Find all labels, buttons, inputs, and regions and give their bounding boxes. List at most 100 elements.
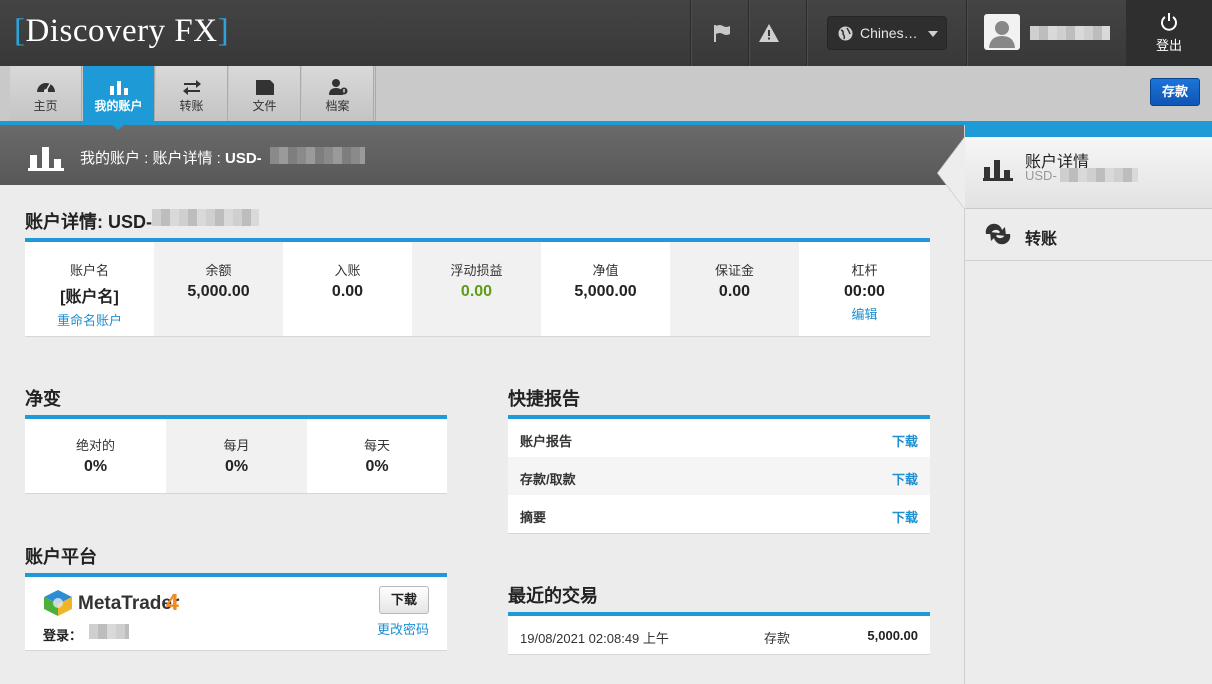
account-number-redacted	[152, 209, 259, 226]
cell-value: 5,000.00	[187, 283, 250, 300]
profile-icon	[329, 79, 348, 95]
cell-title: 杠杆	[851, 263, 878, 278]
folder-icon	[256, 80, 274, 95]
divider	[375, 66, 376, 121]
cell-value: 5,000.00	[574, 283, 637, 300]
login-label: 登录：	[43, 628, 83, 643]
cell-credit: 入账 0.00	[283, 242, 412, 336]
cell-title: 浮动损益	[450, 263, 503, 278]
cell-title: 余额	[205, 263, 232, 278]
dashboard-icon	[37, 83, 55, 93]
cell-value: 0%	[224, 458, 249, 475]
avatar[interactable]	[984, 14, 1020, 50]
cell-account-name: 账户名 [账户名] 重命名账户	[25, 242, 154, 336]
cell-margin: 保证金 0.00	[670, 242, 799, 336]
nav-my-account[interactable]: 我的账户	[83, 66, 155, 121]
logo-bracket-close: ]	[217, 13, 230, 49]
trade-amount: 5,000.00	[867, 628, 918, 643]
change-password-link[interactable]: 更改密码	[377, 619, 429, 638]
globe-icon	[838, 26, 853, 41]
warning-icon[interactable]	[758, 22, 780, 44]
cell-value: 0%	[83, 458, 108, 475]
breadcrumb-path: 我的账户 : 账户详情 :	[80, 150, 226, 167]
cell-value: [账户名]	[60, 289, 119, 306]
nav-profile[interactable]: 档案	[302, 66, 374, 121]
logo[interactable]: [Discovery FX]	[14, 13, 229, 50]
download-button[interactable]: 下载	[379, 586, 429, 614]
nav-label: 转账	[179, 99, 204, 113]
cell-absolute: 绝对的 0%	[25, 419, 166, 493]
recent-trades-panel: 19/08/2021 02:08:49 上午 存款 5,000.00	[508, 612, 930, 654]
transfer-arrows-icon	[183, 80, 201, 95]
account-number-redacted	[270, 147, 365, 164]
trade-date: 19/08/2021 02:08:49 上午	[520, 631, 669, 646]
cell-value: 0.00	[331, 283, 364, 300]
right-sidebar: 账户详情 USD- 转账	[964, 125, 1212, 684]
login-redacted	[89, 624, 129, 639]
download-link[interactable]: 下载	[892, 507, 918, 526]
cell-title: 入账	[334, 263, 361, 278]
divider	[966, 0, 967, 66]
cell-monthly: 每月 0%	[166, 419, 307, 493]
section-title-recent-trades: 最近的交易	[508, 586, 598, 606]
platform-version: 4	[166, 589, 179, 615]
sidebar-item-transfer[interactable]: 转账	[965, 209, 1212, 261]
cell-value: 0.00	[460, 283, 493, 300]
bar-chart-icon	[110, 81, 128, 95]
trade-type: 存款	[764, 631, 791, 646]
download-link[interactable]: 下载	[892, 469, 918, 488]
power-icon	[1161, 13, 1177, 31]
page-header: 我的账户 : 账户详情 : USD-	[0, 125, 964, 185]
nav-label: 档案	[325, 99, 350, 113]
report-label: 账户报告	[520, 434, 573, 449]
bar-chart-icon	[983, 160, 1013, 181]
nav-files[interactable]: 文件	[229, 66, 301, 121]
cell-value: 0.00	[718, 283, 751, 300]
list-item: 摘要 下载	[508, 495, 930, 533]
cell-title: 保证金	[714, 263, 754, 278]
logo-text: Discovery FX	[25, 13, 218, 49]
breadcrumb: 我的账户 : 账户详情 : USD-	[80, 147, 262, 168]
cell-balance: 余额 5,000.00	[154, 242, 283, 336]
report-label: 摘要	[520, 510, 547, 525]
cell-title: 净值	[592, 263, 619, 278]
section-title-platform: 账户平台	[25, 547, 97, 567]
section-title-quick-reports: 快捷报告	[508, 389, 580, 409]
download-link[interactable]: 下载	[892, 431, 918, 450]
cell-title: 账户名	[69, 263, 109, 278]
cell-title: 每天	[363, 438, 390, 453]
sidebar-item-label: 转账	[1025, 231, 1058, 248]
transfer-cycle-icon	[985, 223, 1011, 245]
rename-account-link[interactable]: 重命名账户	[25, 310, 154, 329]
list-item: 存款/取款 下载	[508, 457, 930, 495]
net-change-panel: 绝对的 0% 每月 0% 每天 0%	[25, 415, 447, 493]
user-icon	[989, 21, 1015, 48]
edit-leverage-link[interactable]: 编辑	[799, 304, 930, 323]
language-select[interactable]: Chines…	[827, 16, 947, 50]
cell-leverage: 杠杆 00:00 编辑	[799, 242, 930, 336]
nav-label: 我的账户	[94, 99, 143, 113]
breadcrumb-account: USD-	[225, 150, 262, 167]
report-label: 存款/取款	[520, 472, 576, 487]
logo-bracket-open: [	[14, 13, 26, 49]
bar-chart-icon	[28, 147, 64, 171]
logout-button[interactable]: 登出	[1126, 0, 1212, 66]
metatrader-logo-icon	[44, 590, 72, 616]
cell-title: 每月	[223, 438, 250, 453]
cell-equity: 净值 5,000.00	[541, 242, 670, 336]
language-value: Chines…	[860, 25, 918, 41]
deposit-button[interactable]: 存款	[1150, 78, 1200, 106]
flag-icon[interactable]	[711, 22, 733, 44]
platform-name: MetaTrader	[78, 593, 180, 614]
sidebar-item-account-details[interactable]: 账户详情 USD-	[965, 137, 1212, 209]
divider	[690, 0, 691, 66]
nav-label: 文件	[252, 99, 277, 113]
nav-transfer[interactable]: 转账	[156, 66, 228, 121]
divider	[748, 0, 749, 66]
quick-reports-panel: 账户报告 下载 存款/取款 下载 摘要 下载	[508, 415, 930, 533]
nav-home[interactable]: 主页	[10, 66, 82, 121]
divider	[806, 0, 807, 66]
section-title-net-change: 净变	[25, 389, 61, 409]
active-tab-pointer	[108, 121, 128, 130]
cell-daily: 每天 0%	[307, 419, 447, 493]
